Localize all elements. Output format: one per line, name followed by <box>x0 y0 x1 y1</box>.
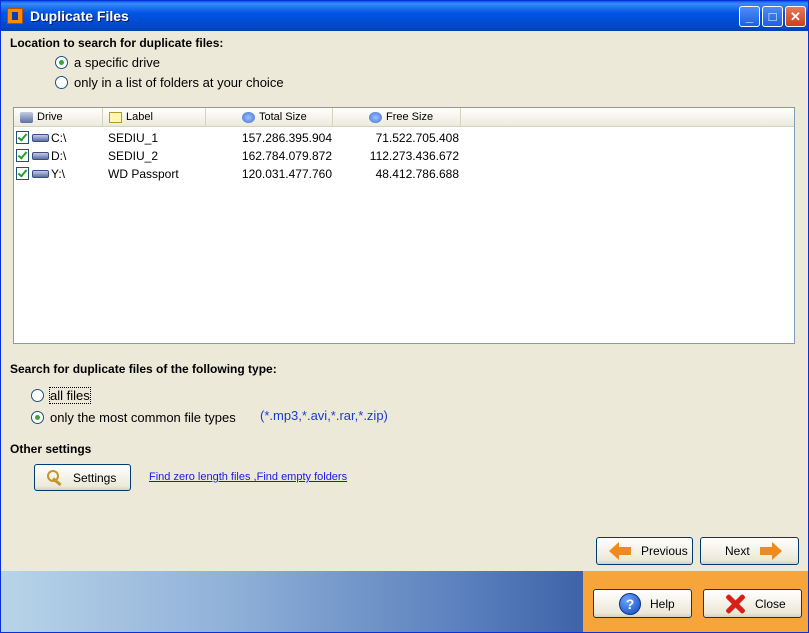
settings-button[interactable]: Settings <box>34 464 131 491</box>
drive-icon <box>20 111 33 123</box>
table-row[interactable]: C:\ SEDIU_1 157.286.395.904 71.522.705.4… <box>14 129 794 147</box>
settings-label: Settings <box>73 470 117 485</box>
radio-all-files[interactable]: all files <box>31 387 91 404</box>
duplicate-files-window: Duplicate Files _ □ ✕ Location to search… <box>0 0 809 633</box>
radio-label: all files <box>49 387 91 404</box>
extensions-text: (*.mp3,*.avi,*.rar,*.zip) <box>260 408 388 423</box>
radio-common-types[interactable]: only the most common file types <box>31 410 236 425</box>
help-icon: ? <box>619 592 641 615</box>
column-label: Drive <box>37 111 63 123</box>
next-label: Next <box>725 544 750 558</box>
drive-label: WD Passport <box>108 167 179 181</box>
window-title: Duplicate Files <box>30 8 129 24</box>
column-drive[interactable]: Drive <box>14 108 103 126</box>
label-icon <box>109 111 122 123</box>
column-label: Total Size <box>259 111 307 123</box>
arrow-right-icon <box>759 542 782 560</box>
filetype-heading: Search for duplicate files of the follow… <box>10 362 277 376</box>
drive-checkbox[interactable] <box>16 167 29 180</box>
drive-letter: C:\ <box>51 131 67 145</box>
table-row[interactable]: Y:\ WD Passport 120.031.477.760 48.412.7… <box>14 165 794 183</box>
table-row[interactable]: D:\ SEDIU_2 162.784.079.872 112.273.436.… <box>14 147 794 165</box>
previous-label: Previous <box>641 544 688 558</box>
next-button[interactable]: Next <box>700 537 799 565</box>
help-button[interactable]: ? Help <box>593 589 692 618</box>
column-label: Label <box>126 111 153 123</box>
radio-label: only in a list of folders at your choice <box>74 75 284 90</box>
radio-label: only the most common file types <box>50 410 236 425</box>
column-label: Free Size <box>386 111 434 123</box>
previous-button[interactable]: Previous <box>596 537 693 565</box>
close-label: Close <box>755 596 786 611</box>
minimize-button[interactable]: _ <box>739 6 760 27</box>
drive-icon <box>32 170 49 178</box>
drive-free-size: 48.412.786.688 <box>375 167 459 181</box>
find-empty-link[interactable]: Find zero length files ,Find empty folde… <box>149 471 347 483</box>
app-icon <box>7 8 23 24</box>
drive-free-size: 71.522.705.408 <box>375 131 459 145</box>
radio-folder-list[interactable]: only in a list of folders at your choice <box>55 75 284 90</box>
drive-letter: D:\ <box>51 149 67 163</box>
maximize-button[interactable]: □ <box>762 6 783 27</box>
column-total-size[interactable]: Total Size <box>206 108 333 126</box>
close-icon <box>724 593 746 615</box>
keys-icon <box>45 469 65 487</box>
drive-icon <box>32 134 49 142</box>
pie-icon <box>369 111 382 123</box>
drive-total-size: 120.031.477.760 <box>241 167 332 181</box>
pie-icon <box>242 111 255 123</box>
footer-action-area: ? Help Close <box>583 571 808 632</box>
drive-checkbox[interactable] <box>16 131 29 144</box>
drives-list[interactable]: Drive Label Total Size Free Size C:\ SED… <box>13 107 795 344</box>
footer-bar: ? Help Close <box>1 571 808 632</box>
drive-letter: Y:\ <box>51 167 66 181</box>
column-label-header[interactable]: Label <box>103 108 206 126</box>
wizard-content: Location to search for duplicate files: … <box>1 31 808 571</box>
radio-icon <box>55 56 68 69</box>
drive-free-size: 112.273.436.672 <box>369 149 459 163</box>
help-label: Help <box>650 596 675 611</box>
drive-total-size: 162.784.079.872 <box>241 149 332 163</box>
close-window-button[interactable]: ✕ <box>785 6 806 27</box>
list-header: Drive Label Total Size Free Size <box>14 108 794 127</box>
drive-label: SEDIU_2 <box>108 149 159 163</box>
radio-icon <box>31 411 44 424</box>
drive-label: SEDIU_1 <box>108 131 159 145</box>
footer-gradient <box>1 571 583 632</box>
drive-icon <box>32 152 49 160</box>
title-bar: Duplicate Files _ □ ✕ <box>1 1 808 31</box>
location-heading: Location to search for duplicate files: <box>10 36 224 50</box>
drive-total-size: 157.286.395.904 <box>241 131 332 145</box>
other-settings-heading: Other settings <box>10 442 92 456</box>
close-button[interactable]: Close <box>703 589 802 618</box>
drive-checkbox[interactable] <box>16 149 29 162</box>
arrow-left-icon <box>609 542 631 560</box>
radio-label: a specific drive <box>74 55 160 70</box>
radio-specific-drive[interactable]: a specific drive <box>55 55 160 70</box>
radio-icon <box>55 76 68 89</box>
column-free-size[interactable]: Free Size <box>333 108 461 126</box>
radio-icon <box>31 389 44 402</box>
